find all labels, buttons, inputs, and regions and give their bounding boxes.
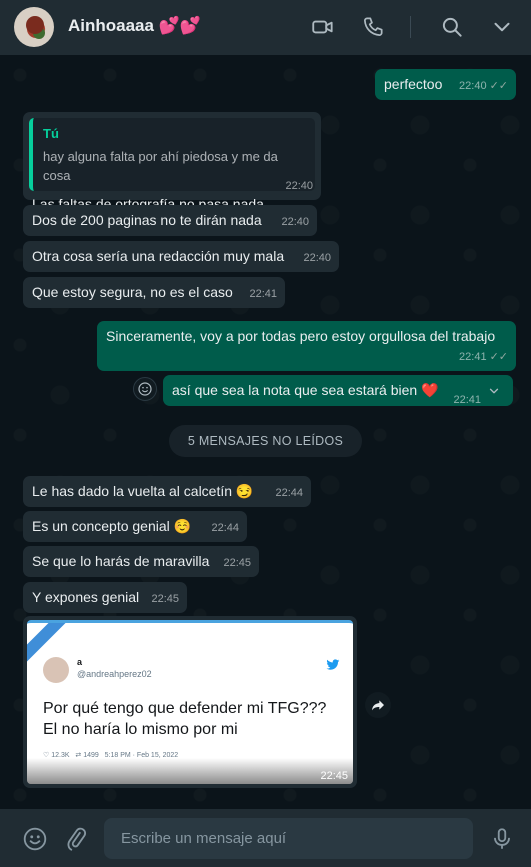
message-text: Le has dado la vuelta al calcetín 😏 [32,483,254,499]
message-incoming[interactable]: Dos de 200 paginas no te dirán nada 22:4… [23,205,317,236]
image-message[interactable]: a @andreahperez02 Por qué tengo que defe… [23,616,357,788]
message-time: 22:40 [285,180,313,192]
chevron-down-icon[interactable] [489,14,515,40]
tweet-author-name: a [77,657,83,667]
header-divider [410,16,411,38]
twitter-bird-icon [326,659,340,670]
quote-author: Tú [43,126,59,141]
message-time: 22:45 [320,770,348,782]
contact-name[interactable]: Ainhoaaaa 💕💕 [68,16,201,36]
message-text: Dos de 200 paginas no te dirán nada [32,212,262,228]
emoji-icon [138,382,152,396]
message-time: 22:44 [275,487,303,499]
message-list[interactable]: perfectoo 22:40 ✓✓ Tú hay alguna falta po… [0,55,531,809]
message-incoming[interactable]: Otra cosa sería una redacción muy mala 2… [23,241,339,272]
microphone-icon[interactable] [489,826,515,852]
message-time: 22:41 [459,351,487,363]
quoted-message[interactable]: Tú hay alguna falta por ahí piedosa y me… [29,118,315,191]
message-outgoing[interactable]: perfectoo 22:40 ✓✓ [375,69,516,100]
read-ticks-icon: ✓✓ [489,80,508,92]
message-composer [0,809,531,867]
message-text: perfectoo [384,76,443,92]
message-input[interactable] [104,818,473,859]
message-incoming[interactable]: Es un concepto genial ☺️ 22:44 [23,511,247,542]
read-ticks-icon: ✓✓ [489,351,508,363]
message-text: Y expones genial [32,589,140,605]
search-icon[interactable] [439,14,465,40]
tweet-avatar [43,657,69,683]
emoji-icon[interactable] [22,826,48,852]
tweet-corner-badge [27,623,69,663]
tweet-author-handle: @andreahperez02 [77,669,152,679]
forward-arrow-icon [372,700,384,711]
message-text: Se que lo harás de maravilla [32,553,210,569]
tweet-text: Por qué tengo que defender mi TFG??? El … [43,700,327,738]
message-menu-chevron-icon[interactable] [487,384,501,398]
voice-call-icon[interactable] [360,14,386,40]
message-outgoing[interactable]: Sinceramente, voy a por todas pero estoy… [97,321,516,371]
message-text: Que estoy segura, no es el caso [32,284,233,300]
message-incoming-with-reply[interactable]: Tú hay alguna falta por ahí piedosa y me… [23,112,321,212]
message-time: 22:40 [303,252,331,264]
quote-text: hay alguna falta por ahí piedosa y me da… [43,149,278,183]
message-time: 22:40 [459,80,487,92]
message-time: 22:45 [223,557,251,569]
attach-icon[interactable] [63,826,89,852]
message-outgoing[interactable]: así que sea la nota que sea estará bien … [163,375,513,406]
image-shade [27,758,353,784]
chat-header: Ainhoaaaa 💕💕 [0,0,531,55]
message-text: Otra cosa sería una redacción muy mala [32,248,285,264]
message-incoming[interactable]: Que estoy segura, no es el caso 22:41 [23,277,285,308]
message-text: Sinceramente, voy a por todas pero estoy… [106,328,496,344]
contact-avatar[interactable] [14,7,54,47]
message-incoming[interactable]: Se que lo harás de maravilla 22:45 [23,546,259,577]
message-time: 22:41 [453,394,481,406]
message-incoming[interactable]: Le has dado la vuelta al calcetín 😏 22:4… [23,476,311,507]
message-time: 22:44 [211,522,239,534]
message-time: 22:45 [151,593,179,605]
message-incoming[interactable]: Y expones genial 22:45 [23,582,187,613]
forward-button[interactable] [365,692,391,718]
reaction-emoji-button[interactable] [133,377,157,401]
message-time: 22:40 [281,216,309,228]
message-text: así que sea la nota que sea estará bien … [172,382,439,398]
unread-messages-divider: 5 MENSAJES NO LEÍDOS [169,425,362,457]
message-time: 22:41 [249,288,277,300]
video-call-icon[interactable] [310,14,336,40]
message-text: Es un concepto genial ☺️ [32,518,192,534]
